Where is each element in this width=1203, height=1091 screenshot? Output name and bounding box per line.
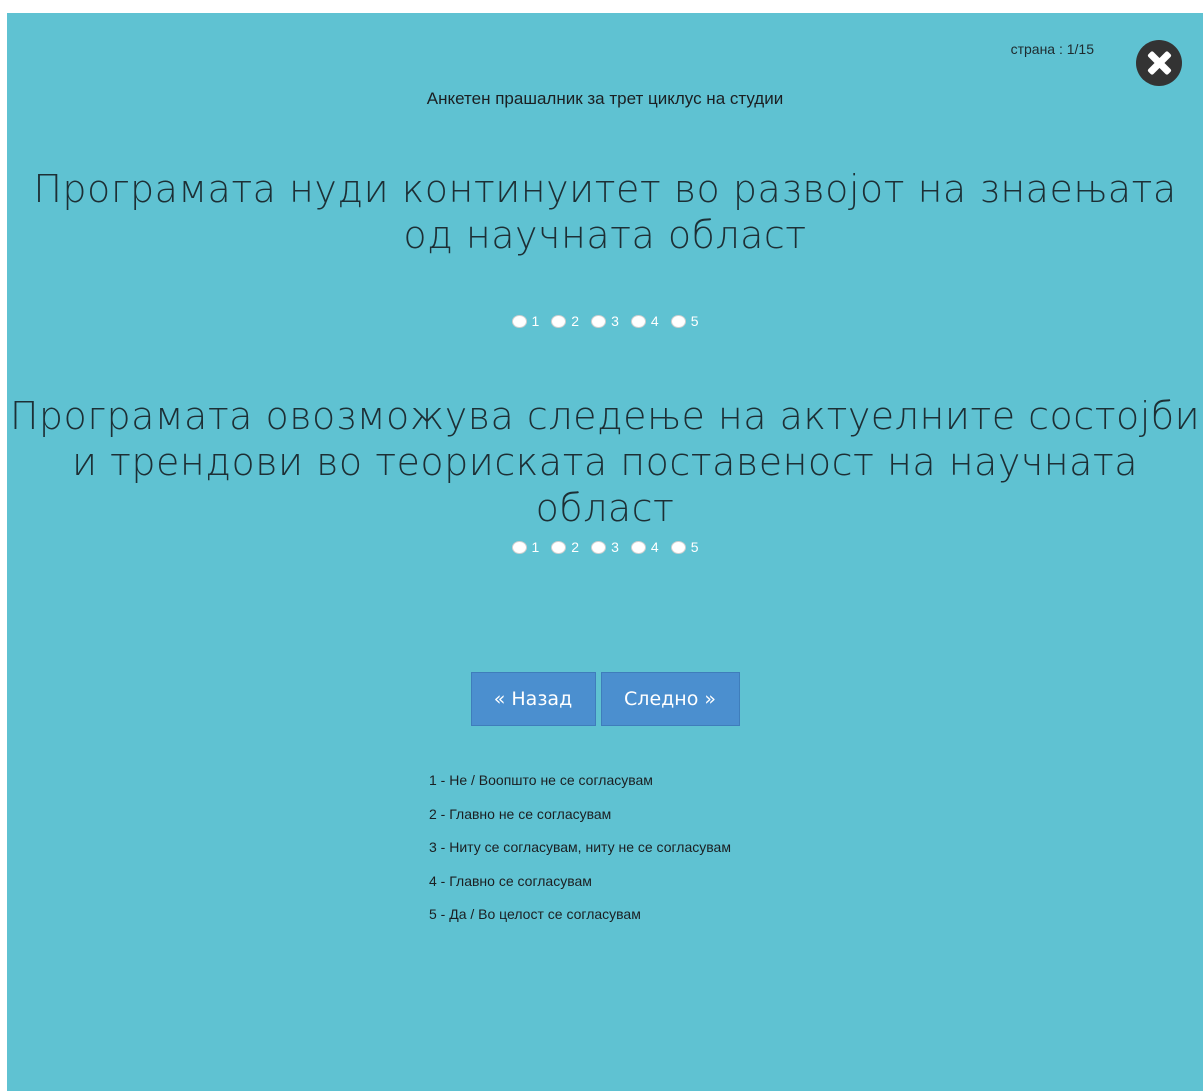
legend-item: 2 - Главно не се согласувам [429, 805, 612, 822]
survey-panel: страна : 1/15 Анкетен прашалник за трет … [7, 13, 1203, 1091]
radio-icon[interactable] [511, 540, 527, 554]
option-label: 5 [690, 313, 699, 329]
radio-icon[interactable] [670, 540, 686, 554]
radio-icon[interactable] [511, 314, 527, 328]
option-label: 1 [531, 539, 540, 555]
radio-icon[interactable] [551, 540, 567, 554]
q1-option-1[interactable]: 1 [511, 313, 540, 329]
navigation: « Назад Следно » [7, 672, 1203, 726]
q1-option-3[interactable]: 3 [591, 313, 619, 329]
option-label: 4 [650, 539, 659, 555]
radio-icon[interactable] [630, 314, 646, 328]
double-chevron-right-icon: » [704, 688, 716, 710]
question-2-scale: 1 2 3 4 5 [7, 539, 1203, 555]
q2-option-2[interactable]: 2 [551, 539, 579, 555]
option-label: 5 [690, 539, 699, 555]
question-1-scale: 1 2 3 4 5 [7, 313, 1203, 329]
next-button[interactable]: Следно » [600, 672, 740, 726]
rating-legend: 1 - Не / Воопшто не се согласувам 2 - Гл… [429, 770, 731, 938]
question-2-text: Програмата овозможува следење на актуелн… [9, 394, 1201, 530]
close-icon[interactable] [1136, 40, 1182, 86]
radio-icon[interactable] [630, 540, 646, 554]
option-label: 2 [571, 539, 580, 555]
q1-option-2[interactable]: 2 [551, 313, 579, 329]
option-label: 2 [571, 313, 580, 329]
q2-option-4[interactable]: 4 [630, 539, 659, 555]
double-chevron-left-icon: « [493, 688, 506, 710]
q2-option-1[interactable]: 1 [511, 539, 540, 555]
survey-title: Анкетен прашалник за трет циклус на студ… [426, 89, 784, 108]
option-label: 3 [611, 539, 619, 555]
legend-item: 4 - Главно се согласувам [429, 872, 592, 889]
next-button-label: Следно [624, 688, 699, 710]
radio-icon[interactable] [591, 314, 607, 328]
q2-option-5[interactable]: 5 [670, 539, 699, 555]
legend-item: 3 - Ниту се согласувам, ниту не се согла… [429, 839, 731, 855]
radio-icon[interactable] [670, 314, 686, 328]
page-indicator: страна : 1/15 [1010, 41, 1094, 57]
back-button[interactable]: « Назад [470, 672, 596, 726]
option-label: 1 [531, 313, 540, 329]
q1-option-4[interactable]: 4 [630, 313, 659, 329]
q1-option-5[interactable]: 5 [670, 313, 699, 329]
radio-icon[interactable] [551, 314, 567, 328]
back-button-label: Назад [511, 688, 573, 710]
radio-icon[interactable] [591, 540, 607, 554]
q2-option-3[interactable]: 3 [591, 539, 619, 555]
option-label: 4 [650, 313, 659, 329]
option-label: 3 [611, 313, 619, 329]
legend-item: 5 - Да / Во целост се согласувам [429, 906, 641, 922]
legend-item: 1 - Не / Воопшто не се согласувам [429, 772, 653, 788]
question-1-text: Програмата нуди континуитет во развојот … [33, 167, 1177, 257]
